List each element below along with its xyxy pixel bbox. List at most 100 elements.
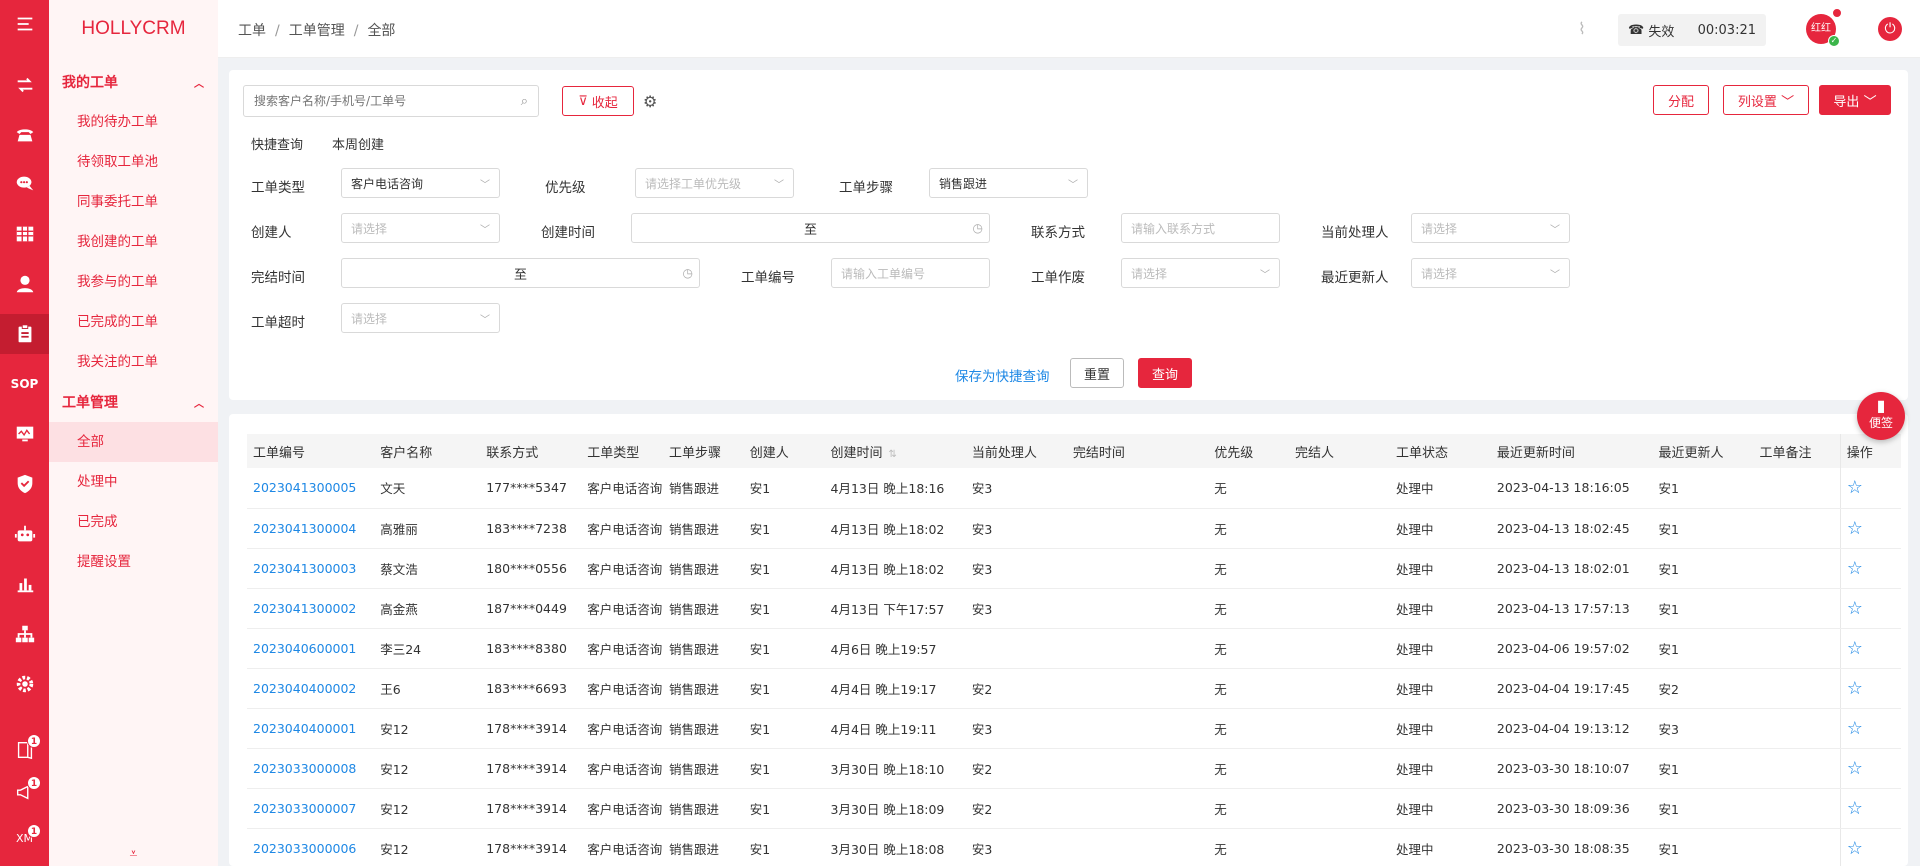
sidebar-item-participated[interactable]: 我参与的工单 xyxy=(49,262,218,302)
ticket-number-link[interactable]: 2023041300004 xyxy=(247,508,375,549)
phone-status-box[interactable]: ☎ 失效 00:03:21 xyxy=(1618,14,1766,46)
ticket-number-link[interactable]: 2023033000007 xyxy=(247,788,375,829)
reset-button[interactable]: 重置 xyxy=(1070,358,1124,388)
gear-icon[interactable] xyxy=(0,664,49,704)
column-header[interactable]: 创建时间 ⇅ xyxy=(824,434,966,468)
table-row[interactable]: 2023040600001 李三24 183****8380 客户电话咨询 销售跟进 安1… xyxy=(247,628,1901,669)
xm-item[interactable]: XM 1 xyxy=(0,818,49,858)
ticket-number-link[interactable]: 2023040400002 xyxy=(247,668,375,709)
ticket-number-link[interactable]: 2023033000006 xyxy=(247,828,375,866)
search-icon[interactable]: ⌕ xyxy=(521,94,528,109)
sidebar-item-followed[interactable]: 我关注的工单 xyxy=(49,342,218,382)
star-icon[interactable]: ☆ xyxy=(1847,598,1863,619)
sidebar-item-done[interactable]: 已完成 xyxy=(49,502,218,542)
ticket-number-link[interactable]: 2023040600001 xyxy=(247,628,375,669)
table-cell: 处理中 xyxy=(1389,508,1491,549)
table-row[interactable]: 2023041300002 高金燕 187****0449 客户电话咨询 销售跟进 安1 4… xyxy=(247,588,1901,629)
sidebar-item-delegated[interactable]: 同事委托工单 xyxy=(49,182,218,222)
actions-cell: ☆ xyxy=(1839,508,1901,549)
ticket-number-link[interactable]: 2023040400001 xyxy=(247,708,375,749)
handler-label: 当前处理人 xyxy=(1321,225,1389,241)
phone-icon[interactable] xyxy=(0,114,49,154)
star-icon[interactable]: ☆ xyxy=(1847,518,1863,539)
chart-icon[interactable] xyxy=(0,564,49,604)
collapse-sidebar-icon[interactable]: ⩡ xyxy=(49,846,218,862)
table-cell xyxy=(1066,668,1209,709)
table-cell: 3月30日 晚上18:10 xyxy=(824,748,966,789)
column-settings-button[interactable]: 列设置 ﹀ xyxy=(1723,85,1809,115)
announce-icon[interactable]: 1 xyxy=(0,772,49,812)
query-button[interactable]: 查询 xyxy=(1138,358,1192,388)
sidebar-item-reminder[interactable]: 提醒设置 xyxy=(49,542,218,582)
sidebar-item-my-todo[interactable]: 我的待办工单 xyxy=(49,102,218,142)
ticket-number-link[interactable]: 2023041300002 xyxy=(247,588,375,629)
voided-select[interactable]: 请选择 ﹀ xyxy=(1121,258,1280,288)
table-row[interactable]: 2023040400001 安12 178****3914 客户电话咨询 销售跟进 安1 4… xyxy=(247,708,1901,749)
menu-group-ticket-management[interactable]: 工单管理 ︿ xyxy=(49,382,218,422)
sidebar-item-all[interactable]: 全部 xyxy=(49,422,218,462)
export-button[interactable]: 导出 ﹀ xyxy=(1819,85,1891,115)
priority-select[interactable]: 请选择工单优先级 ﹀ xyxy=(635,168,794,198)
search-input[interactable] xyxy=(254,94,504,108)
sidebar-item-processing[interactable]: 处理中 xyxy=(49,462,218,502)
settings-gear-icon[interactable]: ⚙ xyxy=(643,92,657,111)
sort-icon[interactable]: ⇅ xyxy=(889,449,897,460)
table-cell: 安1 xyxy=(743,468,825,509)
assign-button[interactable]: 分配 xyxy=(1653,85,1709,115)
star-icon[interactable]: ☆ xyxy=(1847,718,1863,739)
ticket-number-link[interactable]: 2023041300003 xyxy=(247,548,375,589)
breadcrumb-item[interactable]: 工单管理 xyxy=(289,23,345,39)
star-icon[interactable]: ☆ xyxy=(1847,638,1863,659)
finish-time-range[interactable]: 至 ◷ xyxy=(341,258,700,288)
transfer-icon[interactable] xyxy=(0,65,49,105)
menu-group-my-tickets[interactable]: 我的工单 ︿ xyxy=(49,62,218,102)
robot-icon[interactable] xyxy=(0,514,49,554)
search-input-box[interactable]: ⌕ xyxy=(243,85,539,117)
star-icon[interactable]: ☆ xyxy=(1847,838,1863,859)
overtime-select[interactable]: 请选择 ﹀ xyxy=(341,303,500,333)
star-icon[interactable]: ☆ xyxy=(1847,798,1863,819)
monitor-icon[interactable] xyxy=(0,414,49,454)
quick-query-this-week[interactable]: 本周创建 xyxy=(332,134,384,153)
shield-icon[interactable] xyxy=(0,464,49,504)
contact-input[interactable]: 请输入联系方式 xyxy=(1121,213,1280,243)
menu-icon[interactable] xyxy=(0,4,49,44)
breadcrumb-item[interactable]: 工单 xyxy=(238,23,266,39)
ticket-number-link[interactable]: 2023033000008 xyxy=(247,748,375,789)
sop-text[interactable]: SOP xyxy=(0,364,49,404)
table-row[interactable]: 2023041300003 蔡文浩 180****0556 客户电话咨询 销售跟进 安1 4… xyxy=(247,548,1901,589)
clipboard-icon[interactable] xyxy=(0,314,49,354)
creator-select[interactable]: 请选择 ﹀ xyxy=(341,213,500,243)
book-icon[interactable]: 1 xyxy=(0,730,49,770)
table-row[interactable]: 2023033000008 安12 178****3914 客户电话咨询 销售跟进 安1 3… xyxy=(247,748,1901,789)
table-row[interactable]: 2023041300005 文天 177****5347 客户电话咨询 销售跟进 安1 4月… xyxy=(247,468,1901,509)
sidebar-item-completed[interactable]: 已完成的工单 xyxy=(49,302,218,342)
ticket-number-link[interactable]: 2023041300005 xyxy=(247,468,375,509)
created-time-range[interactable]: 至 ◷ xyxy=(631,213,990,243)
user-icon[interactable] xyxy=(0,264,49,304)
star-icon[interactable]: ☆ xyxy=(1847,678,1863,699)
chat-icon[interactable] xyxy=(0,164,49,204)
table-row[interactable]: 2023033000006 安12 178****3914 客户电话咨询 销售跟进 安1 3… xyxy=(247,828,1901,866)
ticket-type-select[interactable]: 客户电话咨询 ﹀ xyxy=(341,168,500,198)
table-row[interactable]: 2023033000007 安12 178****3914 客户电话咨询 销售跟进 安1 3… xyxy=(247,788,1901,829)
sidebar-item-created[interactable]: 我创建的工单 xyxy=(49,222,218,262)
step-select[interactable]: 销售跟进 ﹀ xyxy=(929,168,1088,198)
star-icon[interactable]: ☆ xyxy=(1847,477,1863,498)
sticky-note-button[interactable]: ▮ 便签 xyxy=(1857,392,1905,440)
table-cell xyxy=(1753,508,1841,549)
collapse-button[interactable]: ⊽ 收起 xyxy=(562,86,634,116)
avatar[interactable]: 红红 ✓ xyxy=(1806,8,1842,47)
star-icon[interactable]: ☆ xyxy=(1847,758,1863,779)
star-icon[interactable]: ☆ xyxy=(1847,558,1863,579)
save-quick-query-link[interactable]: 保存为快捷查询 xyxy=(955,365,1050,385)
grid-icon[interactable] xyxy=(0,214,49,254)
handler-select[interactable]: 请选择 ﹀ xyxy=(1411,213,1570,243)
table-row[interactable]: 2023040400002 王6 183****6693 客户电话咨询 销售跟进 安1 4月… xyxy=(247,668,1901,709)
sidebar-item-pool[interactable]: 待领取工单池 xyxy=(49,142,218,182)
updater-select[interactable]: 请选择 ﹀ xyxy=(1411,258,1570,288)
number-input[interactable]: 请输入工单编号 xyxy=(831,258,990,288)
table-row[interactable]: 2023041300004 高雅丽 183****7238 客户电话咨询 销售跟进 安1 4… xyxy=(247,508,1901,549)
org-icon[interactable] xyxy=(0,614,49,654)
power-icon[interactable]: ⏻ xyxy=(1878,17,1902,41)
